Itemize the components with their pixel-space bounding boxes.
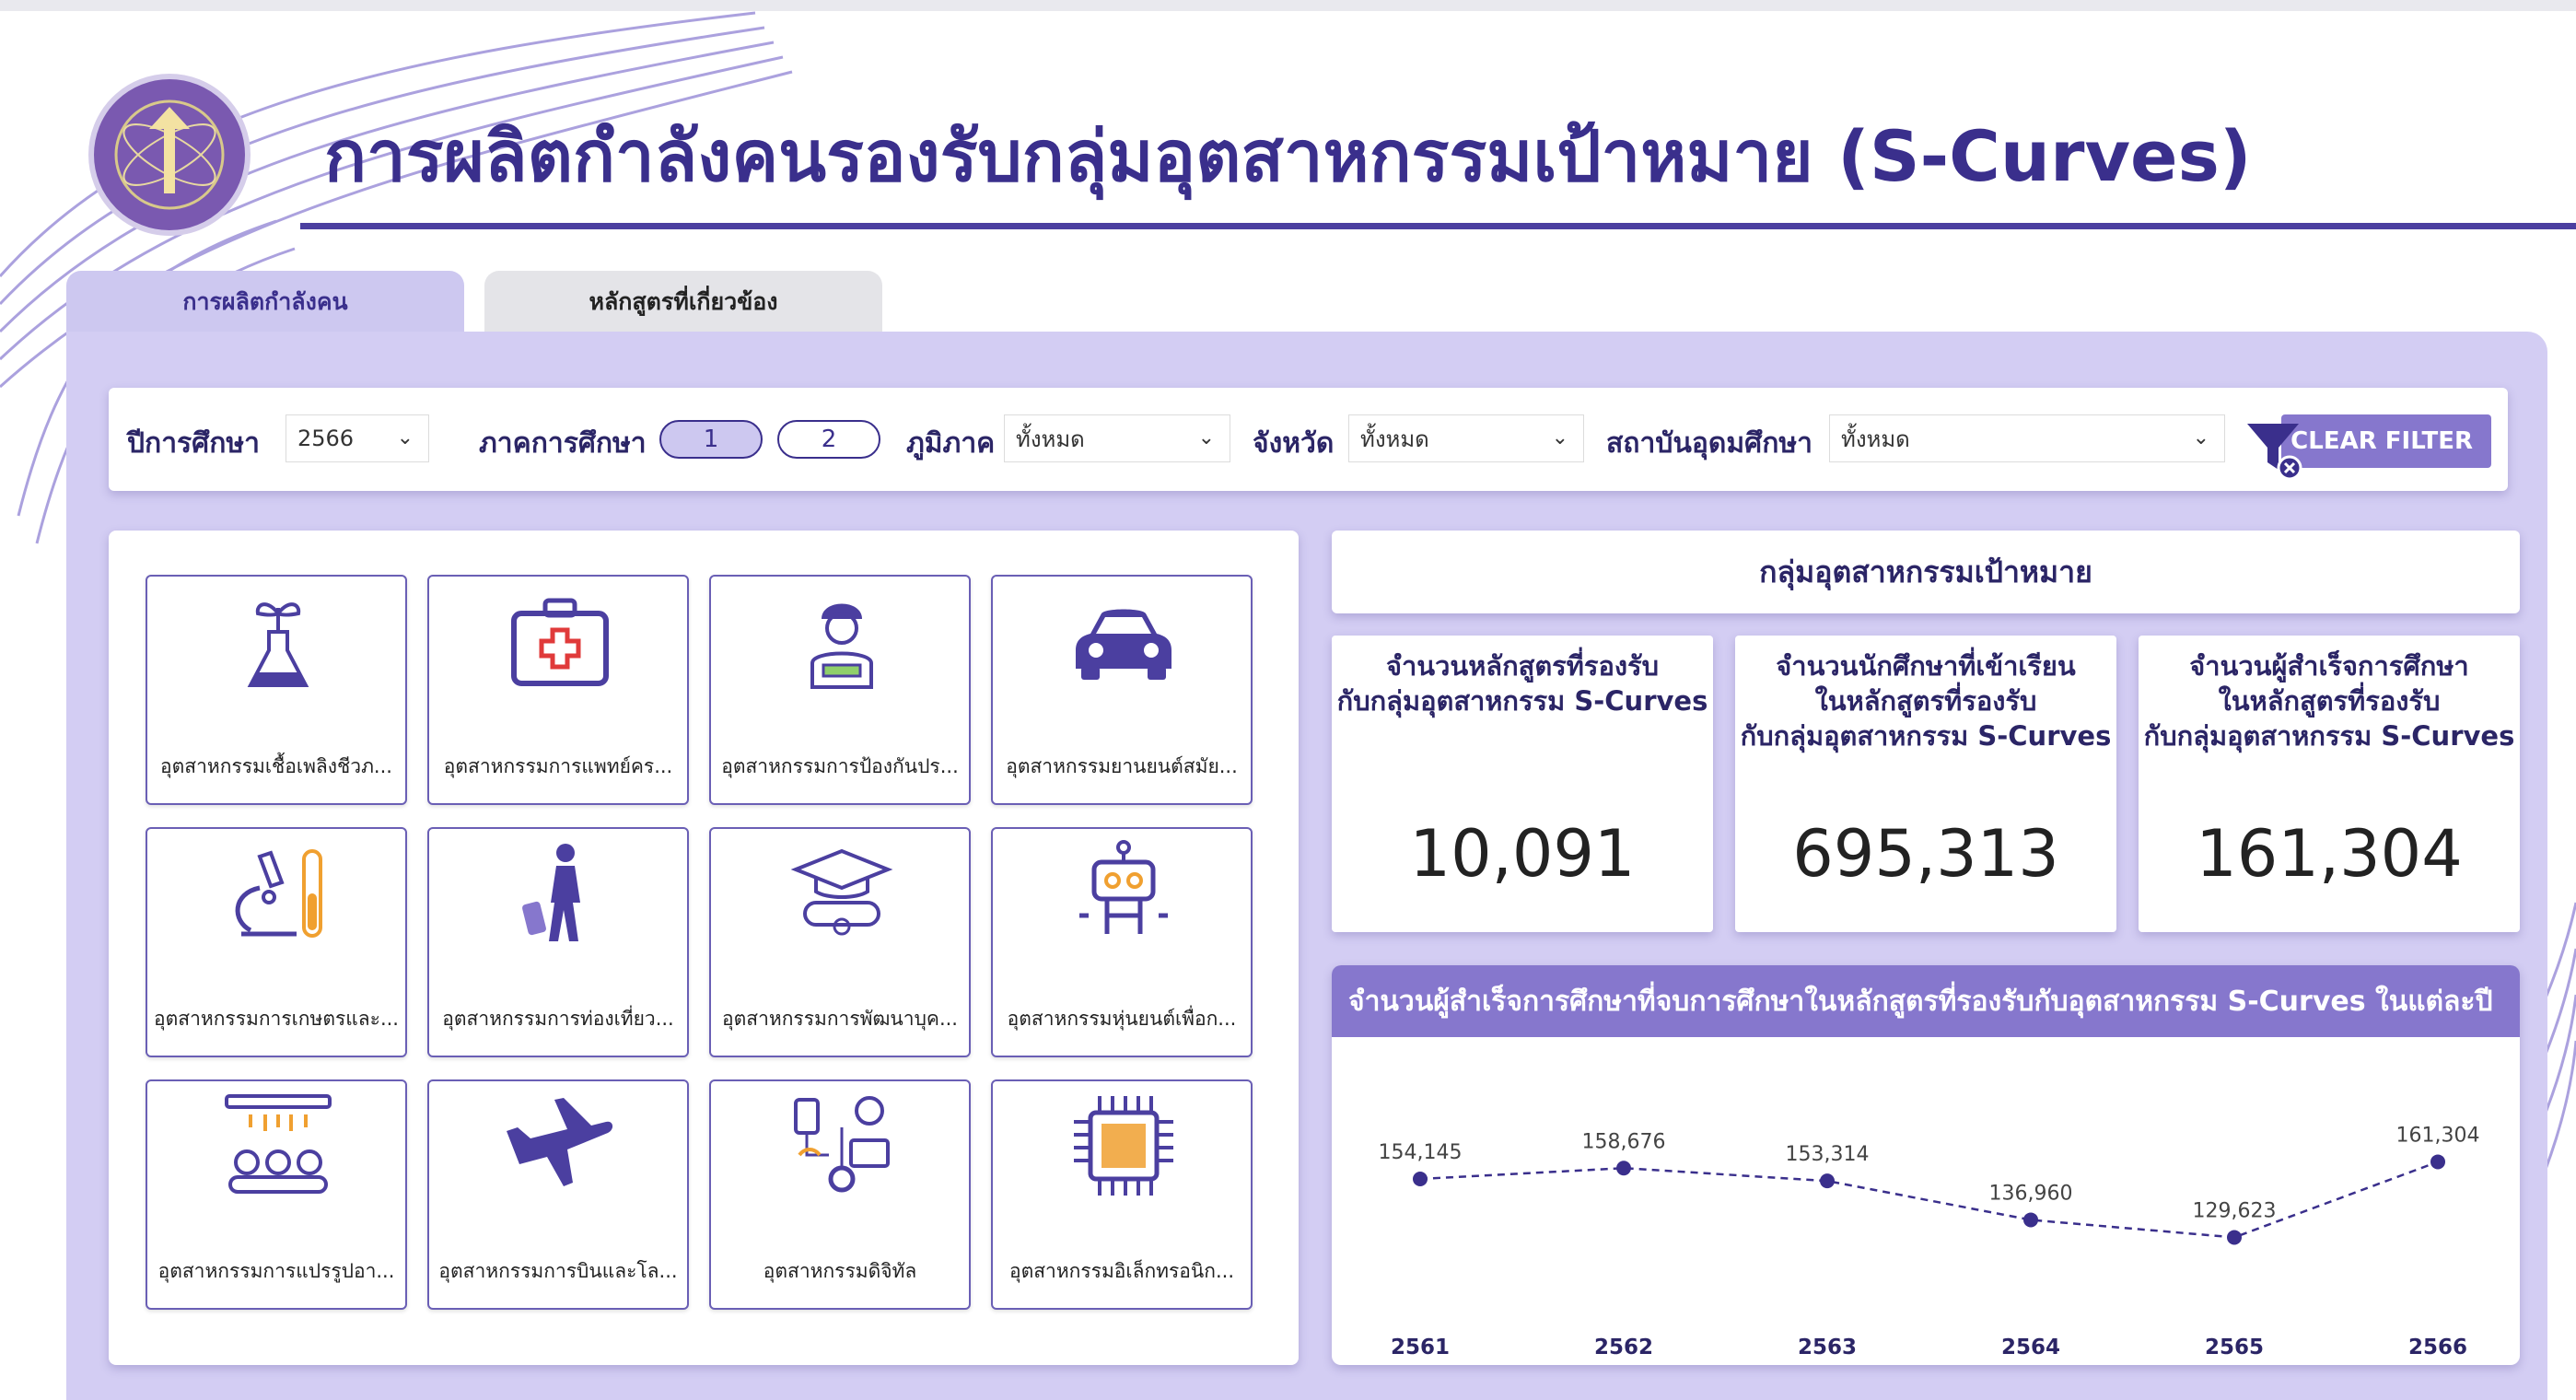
industry-tile-automotive[interactable]: อุตสาหกรรมยานยนต์สมัย... [991,575,1253,805]
first-aid-kit-icon [511,598,609,686]
semester-filter-label: ภาคการศึกษา [479,427,647,460]
industry-label: อุตสาหกรรมการแปรรูปอา... [157,1260,395,1282]
province-filter-label: จังหวัด [1253,427,1335,460]
institution-select[interactable]: ทั้งหมด ⌄ [1829,414,2225,462]
airplane-icon [507,1098,613,1186]
chart-title: จำนวนผู้สำเร็จการศึกษาที่จบการศึกษาในหลั… [1332,965,2520,1037]
data-point[interactable] [1616,1161,1631,1176]
chip-icon [1074,1096,1173,1196]
year-filter-label: ปีการศึกษา [127,427,260,460]
kpi-title: จำนวนนักศึกษาที่เข้าเรียน ในหลักสูตรที่ร… [1740,650,2112,752]
industry-label: อุตสาหกรรมหุ่นยนต์เพื่อก... [1007,1008,1237,1030]
clear-filter-button[interactable]: CLEAR FILTER [2281,414,2491,468]
industry-label: อุตสาหกรรมดิจิทัล [763,1260,917,1282]
chevron-down-icon: ⌄ [1551,426,1568,449]
data-label: 129,623 [2193,1199,2277,1222]
kpi-enrolled-students: จำนวนนักศึกษาที่เข้าเรียน ในหลักสูตรที่ร… [1735,636,2116,932]
kpi-courses: จำนวนหลักสูตรที่รองรับ กับกลุ่มอุตสาหกรร… [1332,636,1713,932]
industry-label: อุตสาหกรรมการเกษตรและ... [154,1008,399,1030]
graduates-line-chart: 154,145 2561 158,676 2562 153,314 2563 136,960… [1379,1124,2480,1359]
industry-tile-aviation[interactable]: อุตสาหกรรมการบินและโล... [427,1079,689,1310]
kpi-value: 161,304 [2196,816,2463,892]
province-select[interactable]: ทั้งหมด ⌄ [1348,414,1584,462]
industry-tile-medical[interactable]: อุตสาหกรรมการแพทย์คร... [427,575,689,805]
kpi-value: 10,091 [1409,816,1636,892]
x-tick-label: 2562 [1594,1336,1653,1359]
digital-devices-icon [794,1096,890,1193]
title-underline [300,223,2576,229]
industry-tile-human-dev[interactable]: อุตสาหกรรมการพัฒนาบุค... [709,827,971,1057]
industry-label: อุตสาหกรรมการป้องกันปร... [721,755,959,777]
graduation-icon [790,848,893,936]
industry-tile-food[interactable]: อุตสาหกรรมการแปรรูปอา... [146,1079,407,1310]
x-tick-label: 2563 [1798,1336,1857,1359]
industry-tile-biofuel[interactable]: อุตสาหกรรมเชื้อเพลิงชีวภ... [146,575,407,805]
data-point[interactable] [2023,1212,2038,1228]
industry-tile-electronics[interactable]: อุตสาหกรรมอิเล็กทรอนิก... [991,1079,1253,1310]
data-point[interactable] [2430,1154,2445,1170]
chevron-down-icon: ⌄ [396,426,414,449]
series-line [1419,1161,2439,1239]
graduates-chart-card: จำนวนผู้สำเร็จการศึกษาที่จบการศึกษาในหลั… [1332,965,2520,1365]
industry-tile-digital[interactable]: อุตสาหกรรมดิจิทัล [709,1079,971,1310]
chevron-down-icon: ⌄ [1197,426,1215,449]
region-select-value: ทั้งหมด [1016,426,1085,452]
data-point[interactable] [1820,1173,1835,1189]
industry-label: อุตสาหกรรมการบินและโล... [438,1260,678,1282]
year-select[interactable]: 2566 ⌄ [286,414,429,462]
x-tick-label: 2564 [2001,1336,2060,1359]
data-label: 154,145 [1379,1141,1463,1164]
kpi-value: 695,313 [1792,816,2059,892]
industry-label: อุตสาหกรรมยานยนต์สมัย... [1006,755,1238,777]
year-select-value: 2566 [297,426,355,451]
clear-filter-label: CLEAR FILTER [2290,427,2473,455]
province-select-value: ทั้งหมด [1360,426,1429,452]
industry-label: อุตสาหกรรมเชื้อเพลิงชีวภ... [160,755,392,777]
page-title: การผลิตกำลังคนรองรับกลุ่มอุตสาหกรรมเป้าห… [324,115,2252,197]
tab-workforce[interactable]: การผลิตกำลังคน [66,271,464,333]
industry-tile-tourism[interactable]: อุตสาหกรรมการท่องเที่ยว... [427,827,689,1057]
tab-related-courses[interactable]: หลักสูตรที่เกี่ยวข้อง [484,271,882,333]
industry-label: อุตสาหกรรมการพัฒนาบุค... [722,1008,958,1030]
plant-flask-icon [247,602,309,687]
institution-filter-label: สถาบันอุดมศึกษา [1606,427,1813,460]
region-filter-label: ภูมิภาค [906,427,996,460]
semester-1-button[interactable]: 1 [659,420,763,459]
data-label: 136,960 [1989,1182,2073,1205]
filter-clear-icon [2247,424,2302,481]
kpi-title: จำนวนหลักสูตรที่รองรับ กับกลุ่มอุตสาหกรร… [1336,650,1708,717]
x-tick-label: 2566 [2408,1336,2467,1359]
industry-tile-agriculture[interactable]: อุตสาหกรรมการเกษตรและ... [146,827,407,1057]
kpi-title: จำนวนผู้สำเร็จการศึกษา ในหลักสูตรที่รองร… [2143,650,2515,752]
industry-label: อุตสาหกรรมการแพทย์คร... [443,755,673,777]
data-point[interactable] [2227,1230,2242,1245]
data-label: 153,314 [1786,1143,1870,1166]
industry-label: อุตสาหกรรมอิเล็กทรอนิก... [1008,1260,1235,1282]
x-tick-label: 2561 [1391,1336,1450,1359]
microscope-icon [235,849,322,938]
chevron-down-icon: ⌄ [2192,426,2209,449]
region-select[interactable]: ทั้งหมด ⌄ [1004,414,1230,462]
target-industry-header: กลุ่มอุตสาหกรรมเป้าหมาย [1332,531,2520,613]
top-bar [0,0,2576,11]
robot-icon [1079,840,1168,934]
data-label: 161,304 [2396,1124,2480,1147]
industry-tile-robotics[interactable]: อุตสาหกรรมหุ่นยนต์เพื่อก... [991,827,1253,1057]
x-tick-label: 2565 [2205,1336,2264,1359]
food-processing-icon [225,1094,332,1194]
traveler-icon [522,844,580,941]
data-point[interactable] [1413,1171,1428,1186]
industry-label: อุตสาหกรรมการท่องเที่ยว... [442,1008,674,1030]
ministry-logo [88,74,251,236]
industry-tile-defense[interactable]: อุตสาหกรรมการป้องกันปร... [709,575,971,805]
data-label: 158,676 [1582,1130,1666,1153]
institution-select-value: ทั้งหมด [1841,426,1910,452]
semester-2-button[interactable]: 2 [777,420,880,459]
car-icon [1076,609,1171,680]
kpi-graduates: จำนวนผู้สำเร็จการศึกษา ในหลักสูตรที่รองร… [2139,636,2520,932]
soldier-icon [810,603,873,689]
